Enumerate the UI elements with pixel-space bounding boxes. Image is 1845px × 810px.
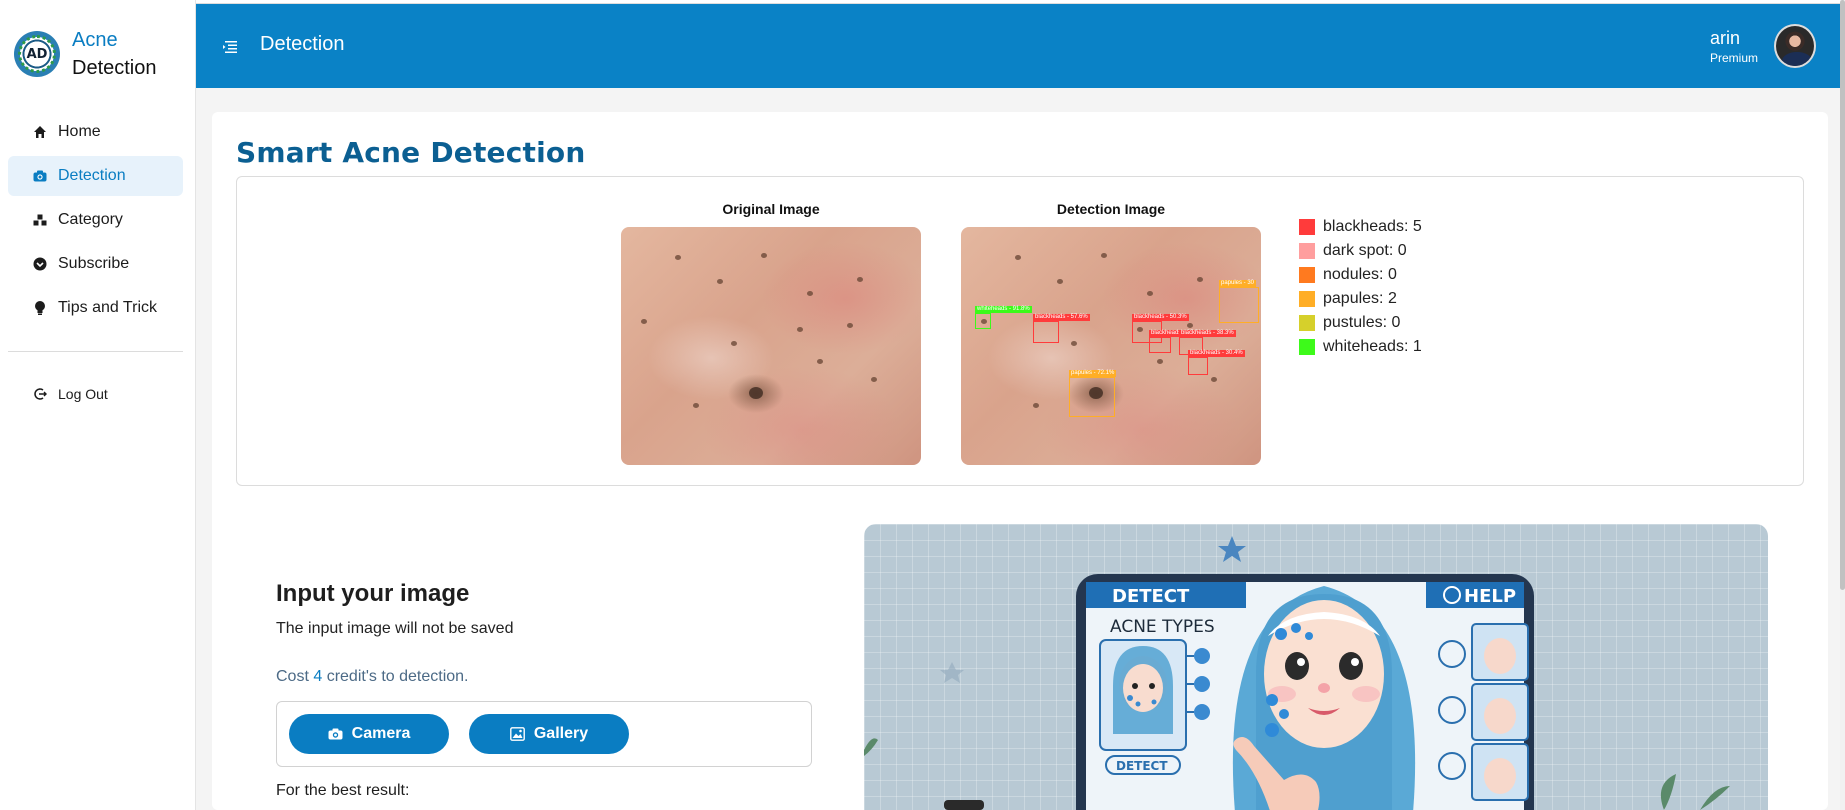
brand-line1: Acne — [72, 29, 118, 51]
brand-logo: AD — [14, 31, 60, 77]
sidebar-item-subscribe[interactable]: Subscribe — [8, 244, 183, 284]
detection-box-label: whiteheads - 91.8% — [975, 306, 1032, 313]
scrollbar-thumb[interactable] — [1840, 0, 1845, 590]
legend-item: blackheads: 5 — [1299, 215, 1422, 239]
camera-button[interactable]: Camera — [289, 714, 449, 754]
sidebar-item-home[interactable]: Home — [8, 112, 183, 152]
bulb-icon — [32, 300, 48, 316]
legend-label: pustules: 0 — [1323, 314, 1401, 331]
original-image — [621, 227, 921, 465]
sidebar-item-label: Category — [58, 211, 123, 228]
detection-image: whiteheads - 91.8% blackheads - 57.6% bl… — [961, 227, 1261, 465]
legend-swatch — [1299, 267, 1315, 283]
detection-box-blackheads: blackheads - 30.4% — [1188, 350, 1245, 375]
brand-line2: Detection — [72, 57, 157, 79]
legend-item: papules: 2 — [1299, 287, 1422, 311]
sidebar-item-label: Tips and Trick — [58, 299, 157, 316]
detection-box-blackheads: blackheads - 57.6% — [1033, 314, 1090, 343]
legend-swatch — [1299, 219, 1315, 235]
logout-link[interactable]: Log Out — [32, 386, 108, 402]
cost-prefix: Cost — [276, 668, 314, 685]
sidebar-item-label: Detection — [58, 167, 126, 184]
legend-label: nodules: 0 — [1323, 266, 1397, 283]
illustration-detect-label: DETECT — [1112, 586, 1190, 607]
legend-label: dark spot: 0 — [1323, 242, 1407, 259]
cost-value: 4 — [313, 668, 323, 685]
upload-options: Camera Gallery — [276, 701, 812, 767]
legend-label: blackheads: 5 — [1323, 218, 1422, 235]
legend-swatch — [1299, 339, 1315, 355]
gallery-button[interactable]: Gallery — [469, 714, 629, 754]
sidebar: AD Acne Detection Home Detection Categor… — [0, 0, 196, 810]
detection-box-papules: papules - 30 — [1219, 280, 1259, 323]
input-note: The input image will not be saved — [276, 620, 514, 637]
user-name: arin — [1709, 28, 1740, 48]
sidebar-nav: Home Detection Category Subscribe Tips a… — [8, 112, 183, 332]
promo-illustration: DETECT HELP ACNE TYPES DETECT — [864, 524, 1768, 810]
gallery-button-label: Gallery — [533, 725, 589, 742]
detection-box-whiteheads: whiteheads - 91.8% — [975, 306, 1032, 329]
cost-suffix: credit's to detection. — [322, 668, 469, 685]
detection-box-label: blackheads - 30.4% — [1188, 350, 1245, 357]
menu-toggle-icon[interactable] — [222, 40, 238, 54]
legend-item: pustules: 0 — [1299, 311, 1422, 335]
logout-icon — [32, 386, 48, 402]
detection-box-label: papules - 72.1% — [1069, 370, 1117, 377]
sidebar-item-category[interactable]: Category — [8, 200, 183, 240]
category-icon — [32, 212, 48, 228]
detection-box-papules: papules - 72.1% — [1069, 370, 1117, 417]
main-content: Smart Acne Detection Original Image Dete… — [212, 112, 1828, 810]
detection-image-caption: Detection Image — [1056, 201, 1166, 217]
legend-item: nodules: 0 — [1299, 263, 1422, 287]
avatar[interactable] — [1774, 24, 1816, 68]
cost-text: Cost 4 credit's to detection. — [276, 668, 469, 686]
best-result-heading: For the best result: — [276, 782, 410, 799]
sidebar-item-label: Home — [58, 123, 101, 140]
detection-box-label: papules - 30 — [1219, 280, 1257, 287]
detection-box-label: blackheads - 38.3% — [1179, 330, 1236, 337]
detection-box-label: blackheads - 50.3% — [1132, 314, 1189, 321]
brand[interactable]: AD Acne Detection — [14, 26, 157, 82]
sidebar-item-tips[interactable]: Tips and Trick — [8, 288, 183, 328]
original-image-caption: Original Image — [722, 201, 820, 217]
illustration-art: DETECT HELP ACNE TYPES DETECT — [864, 536, 1730, 810]
camera-icon — [328, 727, 344, 741]
legend-label: whiteheads: 1 — [1323, 338, 1422, 355]
subscribe-icon — [32, 256, 48, 272]
page-header-title: Detection — [260, 33, 345, 55]
input-title: Input your image — [276, 580, 470, 607]
legend-swatch — [1299, 315, 1315, 331]
legend-swatch — [1299, 291, 1315, 307]
user-info[interactable]: arin Premium — [1710, 28, 1758, 65]
result-card: Original Image Detection Image whitehead… — [236, 176, 1804, 486]
sidebar-item-detection[interactable]: Detection — [8, 156, 183, 196]
legend-swatch — [1299, 243, 1315, 259]
detection-legend: blackheads: 5 dark spot: 0 nodules: 0 pa… — [1299, 215, 1422, 359]
illustration-acne-types-label: ACNE TYPES — [1110, 617, 1215, 637]
detection-image-panel: Detection Image whiteheads - 91.8% black… — [961, 201, 1261, 465]
legend-item: whiteheads: 1 — [1299, 335, 1422, 359]
legend-label: papules: 2 — [1323, 290, 1397, 307]
user-plan: Premium — [1709, 51, 1758, 65]
illustration-detect-button-label: DETECT — [1116, 759, 1168, 773]
gallery-icon — [510, 727, 526, 741]
sidebar-divider — [8, 351, 183, 352]
home-icon — [32, 124, 48, 140]
brand-logo-text: AD — [26, 46, 48, 62]
top-bar: Detection arin Premium — [196, 4, 1840, 88]
legend-item: dark spot: 0 — [1299, 239, 1422, 263]
camera-icon — [32, 168, 48, 184]
detection-box-label: blackheads - 57.6% — [1033, 314, 1090, 321]
logout-label: Log Out — [58, 386, 108, 402]
illustration-help-label: HELP — [1464, 586, 1516, 607]
camera-button-label: Camera — [351, 725, 411, 742]
detection-box-blackheads: blackheads - 20.6% — [1149, 330, 1206, 353]
page-title: Smart Acne Detection — [236, 136, 586, 169]
original-image-panel: Original Image — [621, 201, 921, 465]
sidebar-item-label: Subscribe — [58, 255, 130, 272]
